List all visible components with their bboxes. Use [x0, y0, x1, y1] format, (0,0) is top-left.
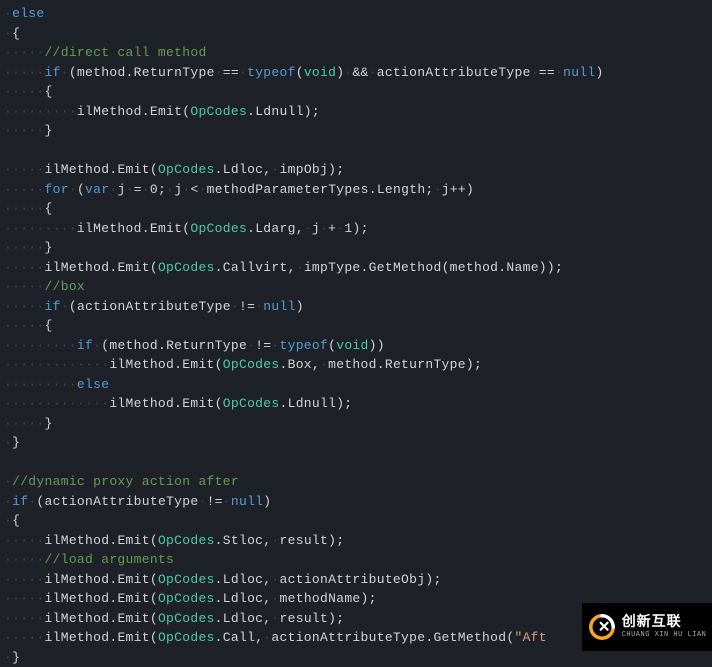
comment-box: //box: [45, 279, 86, 294]
watermark-logo: 创新互联 CHUANG XIN HU LIAN: [582, 603, 712, 651]
logo-text-cn: 创新互联: [622, 616, 707, 630]
logo-icon: [588, 613, 616, 641]
keyword-if: if: [45, 65, 61, 80]
comment-load: //load arguments: [45, 552, 175, 567]
code-editor: ·else ·{ ·····//direct call method ·····…: [0, 0, 712, 667]
comment-dynamic: //dynamic proxy action after: [12, 474, 239, 489]
keyword-else: else: [12, 6, 44, 21]
keyword-for: for: [45, 182, 69, 197]
logo-text-py: CHUANG XIN HU LIAN: [622, 632, 707, 639]
comment-direct: //direct call method: [45, 45, 207, 60]
